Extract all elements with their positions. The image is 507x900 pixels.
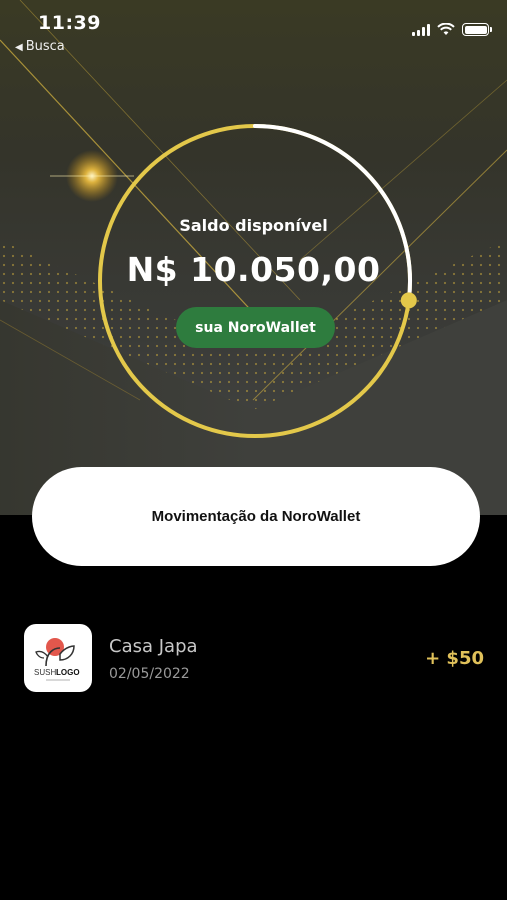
balance-amount: N$ 10.050,00 — [126, 250, 381, 289]
transaction-row[interactable]: SUSHI LOGO Casa Japa 02/05/2022 + $50 — [24, 624, 494, 694]
battery-icon — [462, 23, 492, 36]
status-time: 11:39 — [38, 12, 101, 34]
logo-text-sushi: SUSHI — [34, 668, 58, 677]
movements-button[interactable]: Movimentação da NoroWallet — [32, 467, 480, 566]
wifi-icon — [437, 23, 455, 35]
transaction-name: Casa Japa — [109, 636, 198, 657]
back-link-label: Busca — [25, 39, 65, 54]
transaction-amount: + $50 — [425, 648, 484, 669]
cellular-signal-icon — [412, 23, 430, 36]
back-link[interactable]: ◀ Busca — [15, 39, 65, 54]
merchant-logo: SUSHI LOGO — [24, 624, 92, 692]
transaction-date: 02/05/2022 — [109, 666, 190, 682]
norowallet-button[interactable]: sua NoroWallet — [176, 307, 335, 348]
movements-title: Movimentação da NoroWallet — [151, 508, 361, 525]
balance-label: Saldo disponível — [179, 216, 328, 235]
status-icons — [412, 23, 492, 36]
logo-text-logo: LOGO — [56, 668, 80, 677]
back-arrow-icon: ◀ — [15, 42, 23, 53]
balance-ring-knob — [400, 292, 417, 309]
status-bar: 11:39 ◀ Busca — [0, 0, 507, 60]
balance-hero: 11:39 ◀ Busca Saldo disponível N$ 10.050,… — [0, 0, 507, 515]
sushi-logo-icon: SUSHI LOGO — [34, 638, 80, 681]
